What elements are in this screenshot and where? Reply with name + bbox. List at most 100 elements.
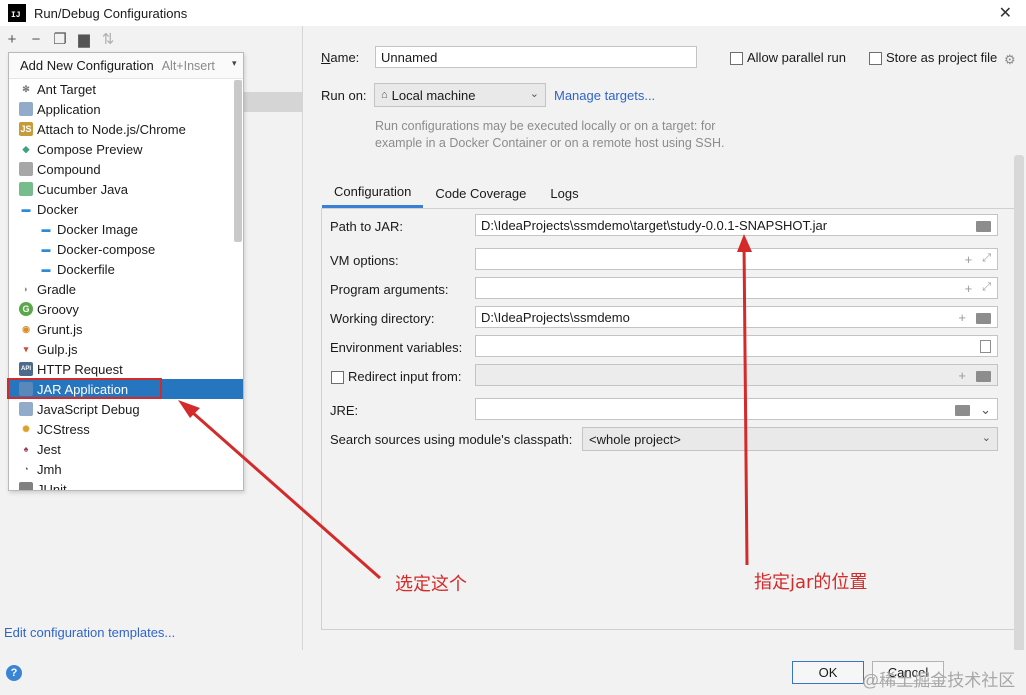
list-item[interactable]: ♠ Jest [9, 439, 243, 459]
annotation-specify-jar: 指定jar的位置 [754, 572, 868, 593]
plus-icon[interactable]: + [958, 310, 966, 325]
hint-line-1: Run configurations may be executed local… [375, 119, 716, 133]
chevron-down-icon: ⌄ [981, 432, 991, 444]
folder-icon[interactable] [976, 313, 991, 324]
list-item[interactable]: JavaScript Debug [9, 399, 243, 419]
list-item-label: Docker Image [57, 221, 138, 237]
list-item-label: Gradle [37, 281, 77, 297]
edit-templates-link[interactable]: Edit configuration templates... [4, 625, 175, 640]
list-item[interactable]: ◔ Jmh [9, 459, 243, 479]
add-icon[interactable]: + [0, 28, 24, 50]
list-item[interactable]: ✺ JCStress [9, 419, 243, 439]
list-item[interactable]: Application [9, 99, 243, 119]
popup-scrollbar[interactable] [234, 80, 242, 242]
list-item-label: Jmh [37, 461, 62, 477]
list-item[interactable]: ◆ Compose Preview [9, 139, 243, 159]
tab-code-coverage[interactable]: Code Coverage [423, 178, 538, 208]
list-item[interactable]: JS Attach to Node.js/Chrome [9, 119, 243, 139]
folder-icon[interactable] [976, 221, 991, 232]
popup-header-label: Add New Configuration [20, 58, 154, 73]
add-configuration-popup: Add New Configuration Alt+Insert ✻ Ant Ta… [8, 52, 244, 491]
list-item[interactable]: Compound [9, 159, 243, 179]
list-item-label: Compound [37, 161, 101, 177]
store-project-file-checkbox[interactable] [869, 52, 882, 65]
docker-icon: ▬ [41, 224, 51, 234]
remove-icon[interactable]: − [24, 28, 48, 50]
jcstress-icon: ✺ [22, 423, 30, 434]
plus-icon[interactable]: + [965, 281, 973, 296]
configuration-form: Path to JAR: D:\IdeaProjects\ssmdemo\tar… [321, 208, 1015, 630]
environment-variables-input[interactable] [475, 335, 998, 357]
list-item[interactable]: JAR Application [9, 379, 243, 399]
help-icon[interactable]: ? [6, 665, 22, 681]
api-icon: API [19, 362, 33, 376]
list-item[interactable]: G Groovy [9, 299, 243, 319]
vm-options-input[interactable]: + ⤢ [475, 248, 998, 270]
list-item-label: Compose Preview [37, 141, 143, 157]
list-item[interactable]: ▬ Docker [9, 199, 243, 219]
program-arguments-label: Program arguments: [330, 282, 449, 297]
list-item[interactable]: JUnit [9, 479, 243, 490]
list-item[interactable]: ◗ Gradle [9, 279, 243, 299]
details-scrollbar[interactable] [1014, 155, 1024, 685]
copy-icon[interactable]: ❐ [48, 28, 72, 50]
expand-icon[interactable]: ⤢ [982, 252, 991, 267]
list-item[interactable]: ▬ Docker Image [9, 219, 243, 239]
list-item[interactable]: API HTTP Request [9, 359, 243, 379]
search-sources-label: Search sources using module's classpath: [330, 432, 573, 447]
list-item-label: Application [37, 101, 101, 117]
list-item-label: Attach to Node.js/Chrome [37, 121, 186, 137]
title-bar: IJ Run/Debug Configurations ✕ [0, 0, 1026, 26]
list-item[interactable]: ✻ Ant Target [9, 79, 243, 99]
configuration-details: Name: Unnamed Allow parallel run Store a… [304, 26, 1026, 685]
plus-icon[interactable]: + [958, 368, 966, 383]
list-item[interactable]: ▾ Gulp.js [9, 339, 243, 359]
gradle-icon: ◗ [23, 284, 29, 294]
chevron-down-icon: ⌄ [529, 88, 539, 100]
close-icon[interactable]: ✕ [999, 3, 1012, 23]
folder-add-icon[interactable]: ▆ [72, 28, 96, 50]
tab-logs[interactable]: Logs [538, 178, 590, 208]
document-icon[interactable] [980, 340, 991, 353]
working-directory-input[interactable]: D:\IdeaProjects\ssmdemo + [475, 306, 998, 328]
redirect-input-label: Redirect input from: [348, 369, 462, 384]
working-directory-label: Working directory: [330, 311, 435, 326]
run-on-dropdown[interactable]: ⌂ Local machine ⌄ [374, 83, 546, 107]
gulp-icon: ▾ [23, 343, 29, 354]
docker-icon: ▬ [41, 264, 51, 274]
gear-icon[interactable]: ⚙ [1004, 52, 1018, 67]
folder-icon[interactable] [955, 405, 971, 416]
redirect-input-checkbox[interactable] [331, 371, 344, 384]
allow-parallel-checkbox[interactable] [730, 52, 743, 65]
program-arguments-input[interactable]: + ⤢ [475, 277, 998, 299]
ant-icon: ✻ [22, 83, 30, 94]
tab-configuration[interactable]: Configuration [322, 178, 424, 208]
manage-targets-link[interactable]: Manage targets... [554, 88, 655, 103]
redirect-input-field[interactable]: + [475, 364, 998, 386]
sort-icon[interactable]: ⇅ [96, 28, 120, 50]
path-to-jar-input[interactable]: D:\IdeaProjects\ssmdemo\target\study-0.0… [475, 214, 998, 236]
list-item-label: Docker-compose [57, 241, 156, 257]
jre-combo[interactable]: ⌄ [475, 398, 998, 420]
watermark: @稀土掘金技术社区 [862, 671, 1016, 690]
list-item-label: Groovy [37, 301, 79, 317]
configurations-toolbar: + − ❐ ▆ ⇅ [0, 26, 303, 52]
folder-icon[interactable] [976, 371, 991, 382]
run-on-label: Run on: [321, 88, 367, 103]
name-label: Name: [321, 50, 360, 65]
list-item[interactable]: ▬ Docker-compose [9, 239, 243, 259]
list-item-label: Jest [37, 441, 61, 457]
search-sources-dropdown[interactable]: <whole project> ⌄ [582, 427, 998, 451]
intellij-app-icon: IJ [8, 4, 26, 22]
expand-icon[interactable]: ⤢ [982, 281, 991, 296]
list-item[interactable]: ▬ Dockerfile [9, 259, 243, 279]
run-on-hint: Run configurations may be executed local… [375, 118, 795, 152]
list-item[interactable]: ◉ Grunt.js [9, 319, 243, 339]
name-input[interactable]: Unnamed [375, 46, 697, 68]
ok-button[interactable]: OK [792, 661, 864, 684]
chevron-down-icon[interactable]: ⌄ [980, 402, 991, 418]
list-item-label: Grunt.js [37, 321, 83, 337]
list-item-label: JavaScript Debug [37, 401, 140, 417]
list-item[interactable]: Cucumber Java [9, 179, 243, 199]
plus-icon[interactable]: + [965, 252, 973, 267]
